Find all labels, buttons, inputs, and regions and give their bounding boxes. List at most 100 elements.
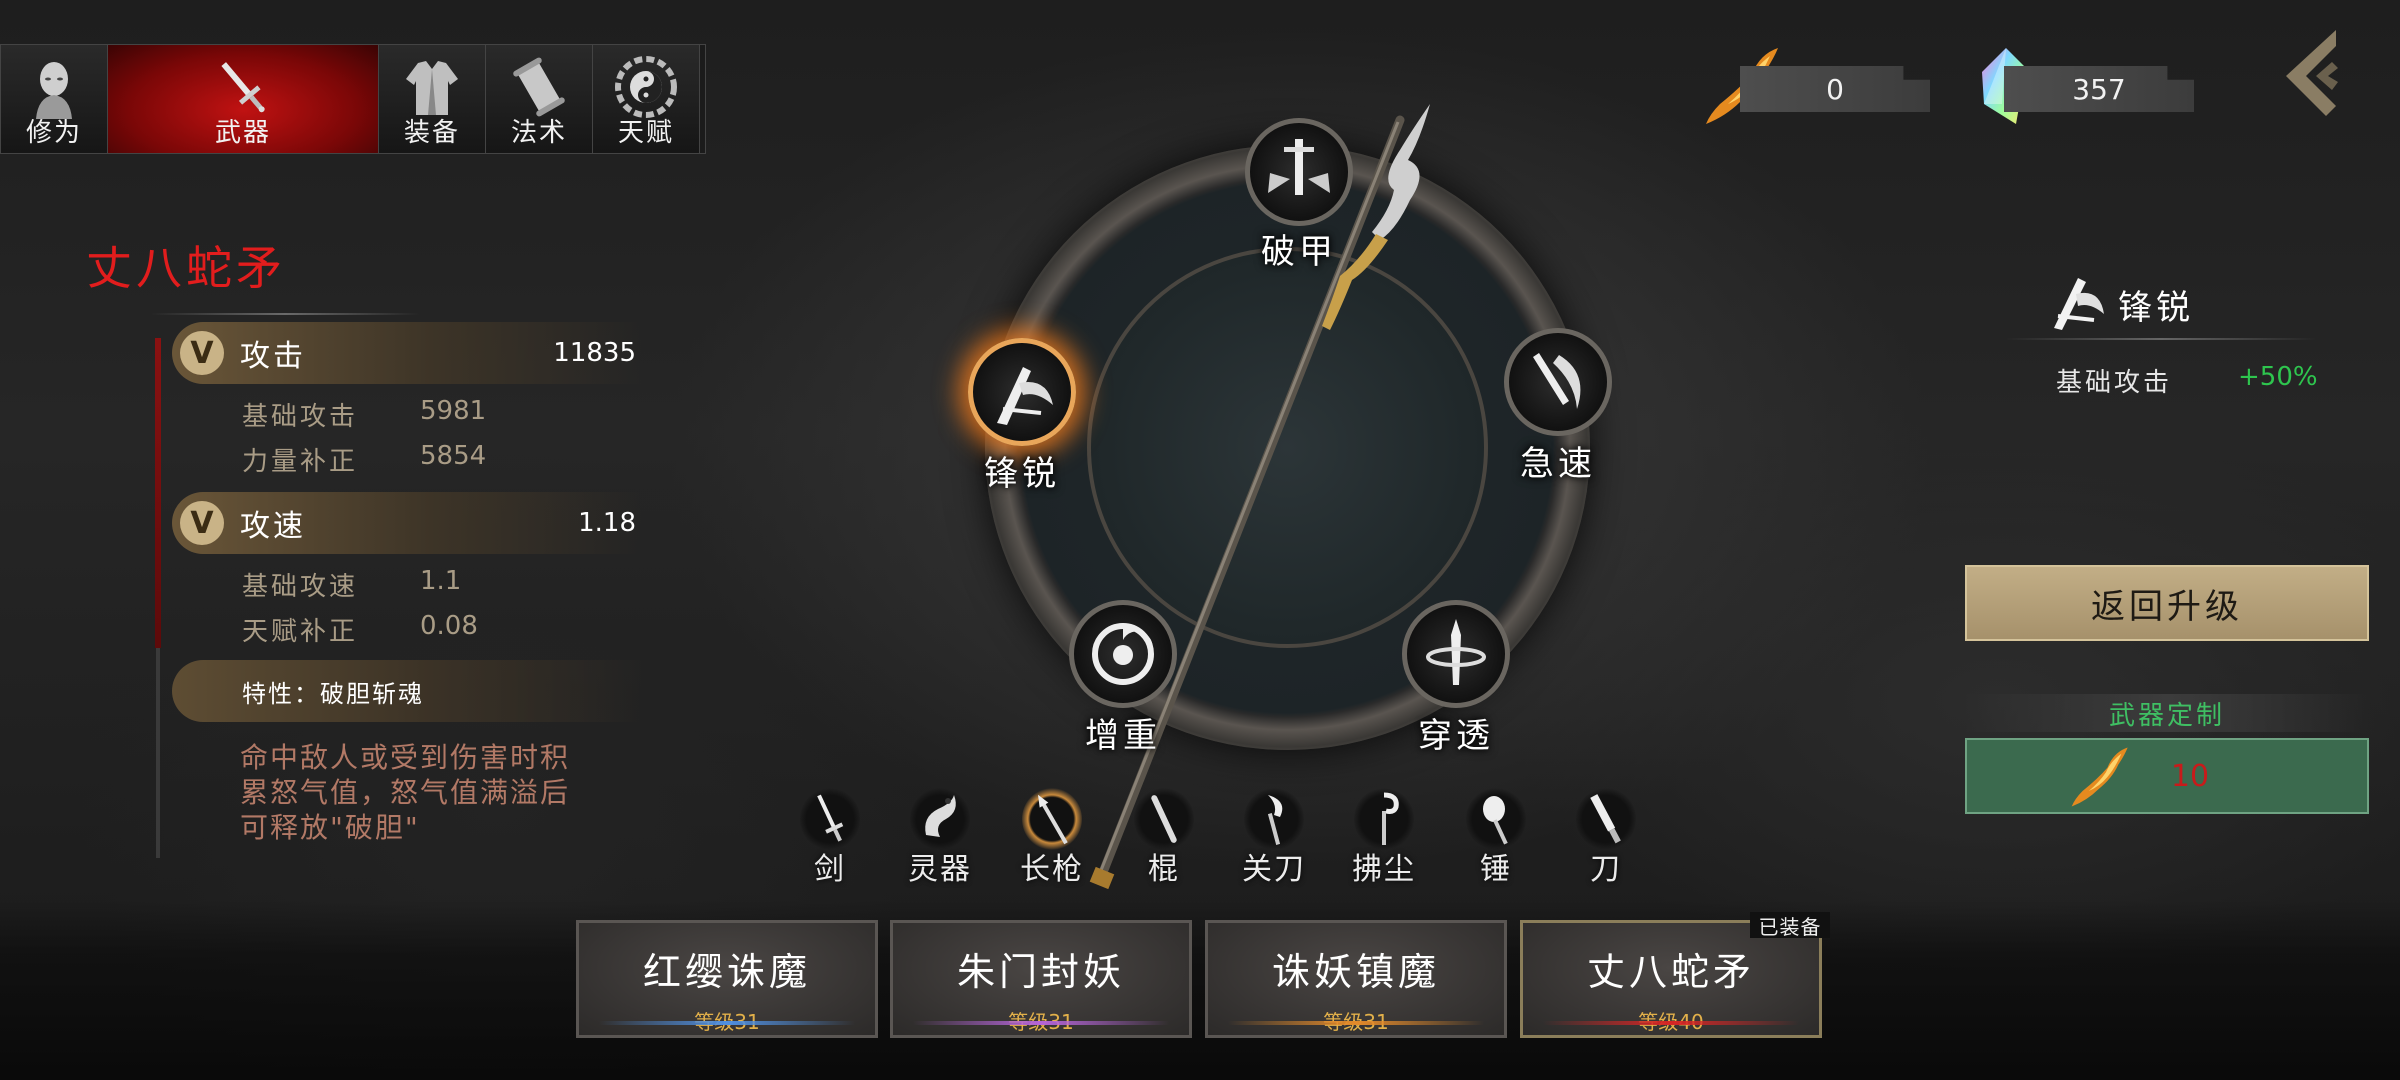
weapon-type-fuchen[interactable]: 拂尘 <box>1342 788 1426 888</box>
rarity-bar <box>1228 1021 1484 1025</box>
dragon-artifact-icon <box>925 795 956 837</box>
sharp-icon <box>997 367 1053 425</box>
ring-node-jisu[interactable]: 急速 <box>1498 328 1618 485</box>
equipped-badge: 已装备 <box>1750 912 1830 939</box>
customize-cost: 10 <box>2170 758 2210 794</box>
tab-cultivation[interactable]: 修为 <box>1 45 108 153</box>
weapon-customize-title: 武器定制 <box>1965 694 2369 732</box>
speed-stat-header[interactable]: V 攻速 1.18 <box>172 492 642 554</box>
weapon-type-label: 拂尘 <box>1352 852 1416 887</box>
icon-frame <box>1576 788 1636 850</box>
weapon-card-name: 丈八蛇矛 <box>1586 950 1755 994</box>
divider <box>2006 338 2316 340</box>
weapon-type-label: 关刀 <box>1242 852 1306 887</box>
node-frame <box>1245 118 1353 226</box>
weapon-type-label: 长枪 <box>1020 852 1084 887</box>
rarity-bar <box>1543 1021 1799 1025</box>
weapon-type-lingqi[interactable]: 灵器 <box>898 788 982 888</box>
weapon-type-dao[interactable]: 刀 <box>1564 788 1648 888</box>
icon-frame <box>1244 788 1304 850</box>
rarity-bar <box>913 1021 1169 1025</box>
title-divider <box>150 313 420 315</box>
weapon-type-changqiang[interactable]: 长枪 <box>1010 788 1094 888</box>
bagua-icon <box>615 56 677 118</box>
staff-icon <box>1151 795 1177 843</box>
scroll-icon <box>513 57 565 117</box>
weapon-type-guandao[interactable]: 关刀 <box>1232 788 1316 888</box>
serpent-spear-image <box>1089 104 1430 890</box>
chevron-down-icon: V <box>180 501 224 545</box>
weapon-card-name: 红缨诛魔 <box>642 950 811 994</box>
node-frame <box>1069 600 1177 708</box>
weapon-card-name: 诛妖镇魔 <box>1271 950 1440 994</box>
category-tab-bar: 修为 武器 装备 法术 天赋 <box>0 44 706 154</box>
weapon-card[interactable]: 朱门封妖 等级31 <box>890 920 1192 1038</box>
whisk-icon <box>1382 792 1399 845</box>
robe-icon <box>406 61 458 115</box>
weapon-type-label: 剑 <box>814 852 846 887</box>
monk-head-icon <box>36 62 72 119</box>
node-frame <box>1504 328 1612 436</box>
guandao-icon <box>1267 795 1283 845</box>
speed-stat-group: V 攻速 1.18 基础攻速 1.1 天赋补正 0.08 <box>172 492 642 648</box>
attack-label: 攻击 <box>240 339 306 374</box>
stats-accent-bar <box>155 338 161 648</box>
hammer-icon <box>1483 796 1508 845</box>
weapon-type-label: 棍 <box>1148 852 1180 887</box>
weapon-type-jian[interactable]: 剑 <box>788 788 872 888</box>
speed-label: 攻速 <box>240 509 306 544</box>
node-frame <box>1402 600 1510 708</box>
icon-frame <box>800 788 860 850</box>
weapon-type-label: 刀 <box>1590 852 1622 887</box>
weapon-card[interactable]: 诛妖镇魔 等级31 <box>1205 920 1507 1038</box>
node-frame <box>968 338 1076 446</box>
flame-shard-counter: 0 <box>1740 66 1930 112</box>
weapon-customize-button[interactable]: 10 <box>1965 738 2369 814</box>
ring-node-pojia[interactable]: 破甲 <box>1239 118 1359 273</box>
icon-frame <box>1466 788 1526 850</box>
stat-sub-row: 天赋补正 0.08 <box>242 611 642 648</box>
dao-blade-icon <box>1590 794 1621 844</box>
sword-icon <box>221 62 265 113</box>
sub-stat-label: 天赋补正 <box>242 617 359 647</box>
weapon-type-label: 锤 <box>1480 852 1512 887</box>
node-label: 急速 <box>1520 444 1596 484</box>
bonus-stat-value: +50% <box>2238 362 2318 392</box>
weapon-type-chui[interactable]: 锤 <box>1454 788 1538 888</box>
tab-spells[interactable]: 法术 <box>486 45 593 153</box>
tab-equipment[interactable]: 装备 <box>379 45 486 153</box>
sub-stat-value: 1.1 <box>420 566 462 596</box>
spear-icon <box>1038 794 1068 845</box>
tab-weapon[interactable]: 武器 <box>108 45 379 153</box>
attack-value: 11835 <box>553 338 636 368</box>
bottom-shade <box>0 900 2400 1080</box>
back-icon[interactable] <box>2276 26 2346 120</box>
flame-shard-icon <box>2071 747 2128 807</box>
chevron-down-icon: V <box>180 331 224 375</box>
trait-description: 命中敌人或受到伤害时积累怒气值，怒气值满溢后可释放"破胆" <box>240 741 570 844</box>
ring-node-zengzhong[interactable]: 增重 <box>1063 600 1183 757</box>
return-upgrade-button[interactable]: 返回升级 <box>1965 565 2369 641</box>
trait-label: 特性：破胆斩魂 <box>242 679 424 708</box>
weapon-type-gun[interactable]: 棍 <box>1122 788 1206 888</box>
sub-stat-value: 5981 <box>420 396 487 426</box>
node-label: 穿透 <box>1418 716 1494 756</box>
ring-node-chuantou[interactable]: 穿透 <box>1396 600 1516 757</box>
trait-accent-bar <box>156 648 160 858</box>
stat-sub-row: 基础攻击 5981 <box>242 396 642 433</box>
stat-sub-row: 基础攻速 1.1 <box>242 566 642 603</box>
tab-talent[interactable]: 天赋 <box>593 45 700 153</box>
speed-value: 1.18 <box>578 508 636 538</box>
icon-frame <box>1354 788 1414 850</box>
sub-stat-value: 5854 <box>420 441 487 471</box>
weapon-card-name: 朱门封妖 <box>956 950 1125 994</box>
attack-stat-header[interactable]: V 攻击 11835 <box>172 322 642 384</box>
weapon-type-label: 灵器 <box>908 852 972 887</box>
armor-break-icon <box>1268 139 1330 195</box>
weapon-card[interactable]: 红缨诛魔 等级31 <box>576 920 878 1038</box>
node-label: 破甲 <box>1261 232 1337 272</box>
weight-icon <box>1092 623 1154 685</box>
icon-frame <box>1022 788 1082 850</box>
ring-node-fengrui[interactable]: 锋锐 <box>962 338 1082 495</box>
sub-stat-label: 基础攻击 <box>242 402 359 432</box>
